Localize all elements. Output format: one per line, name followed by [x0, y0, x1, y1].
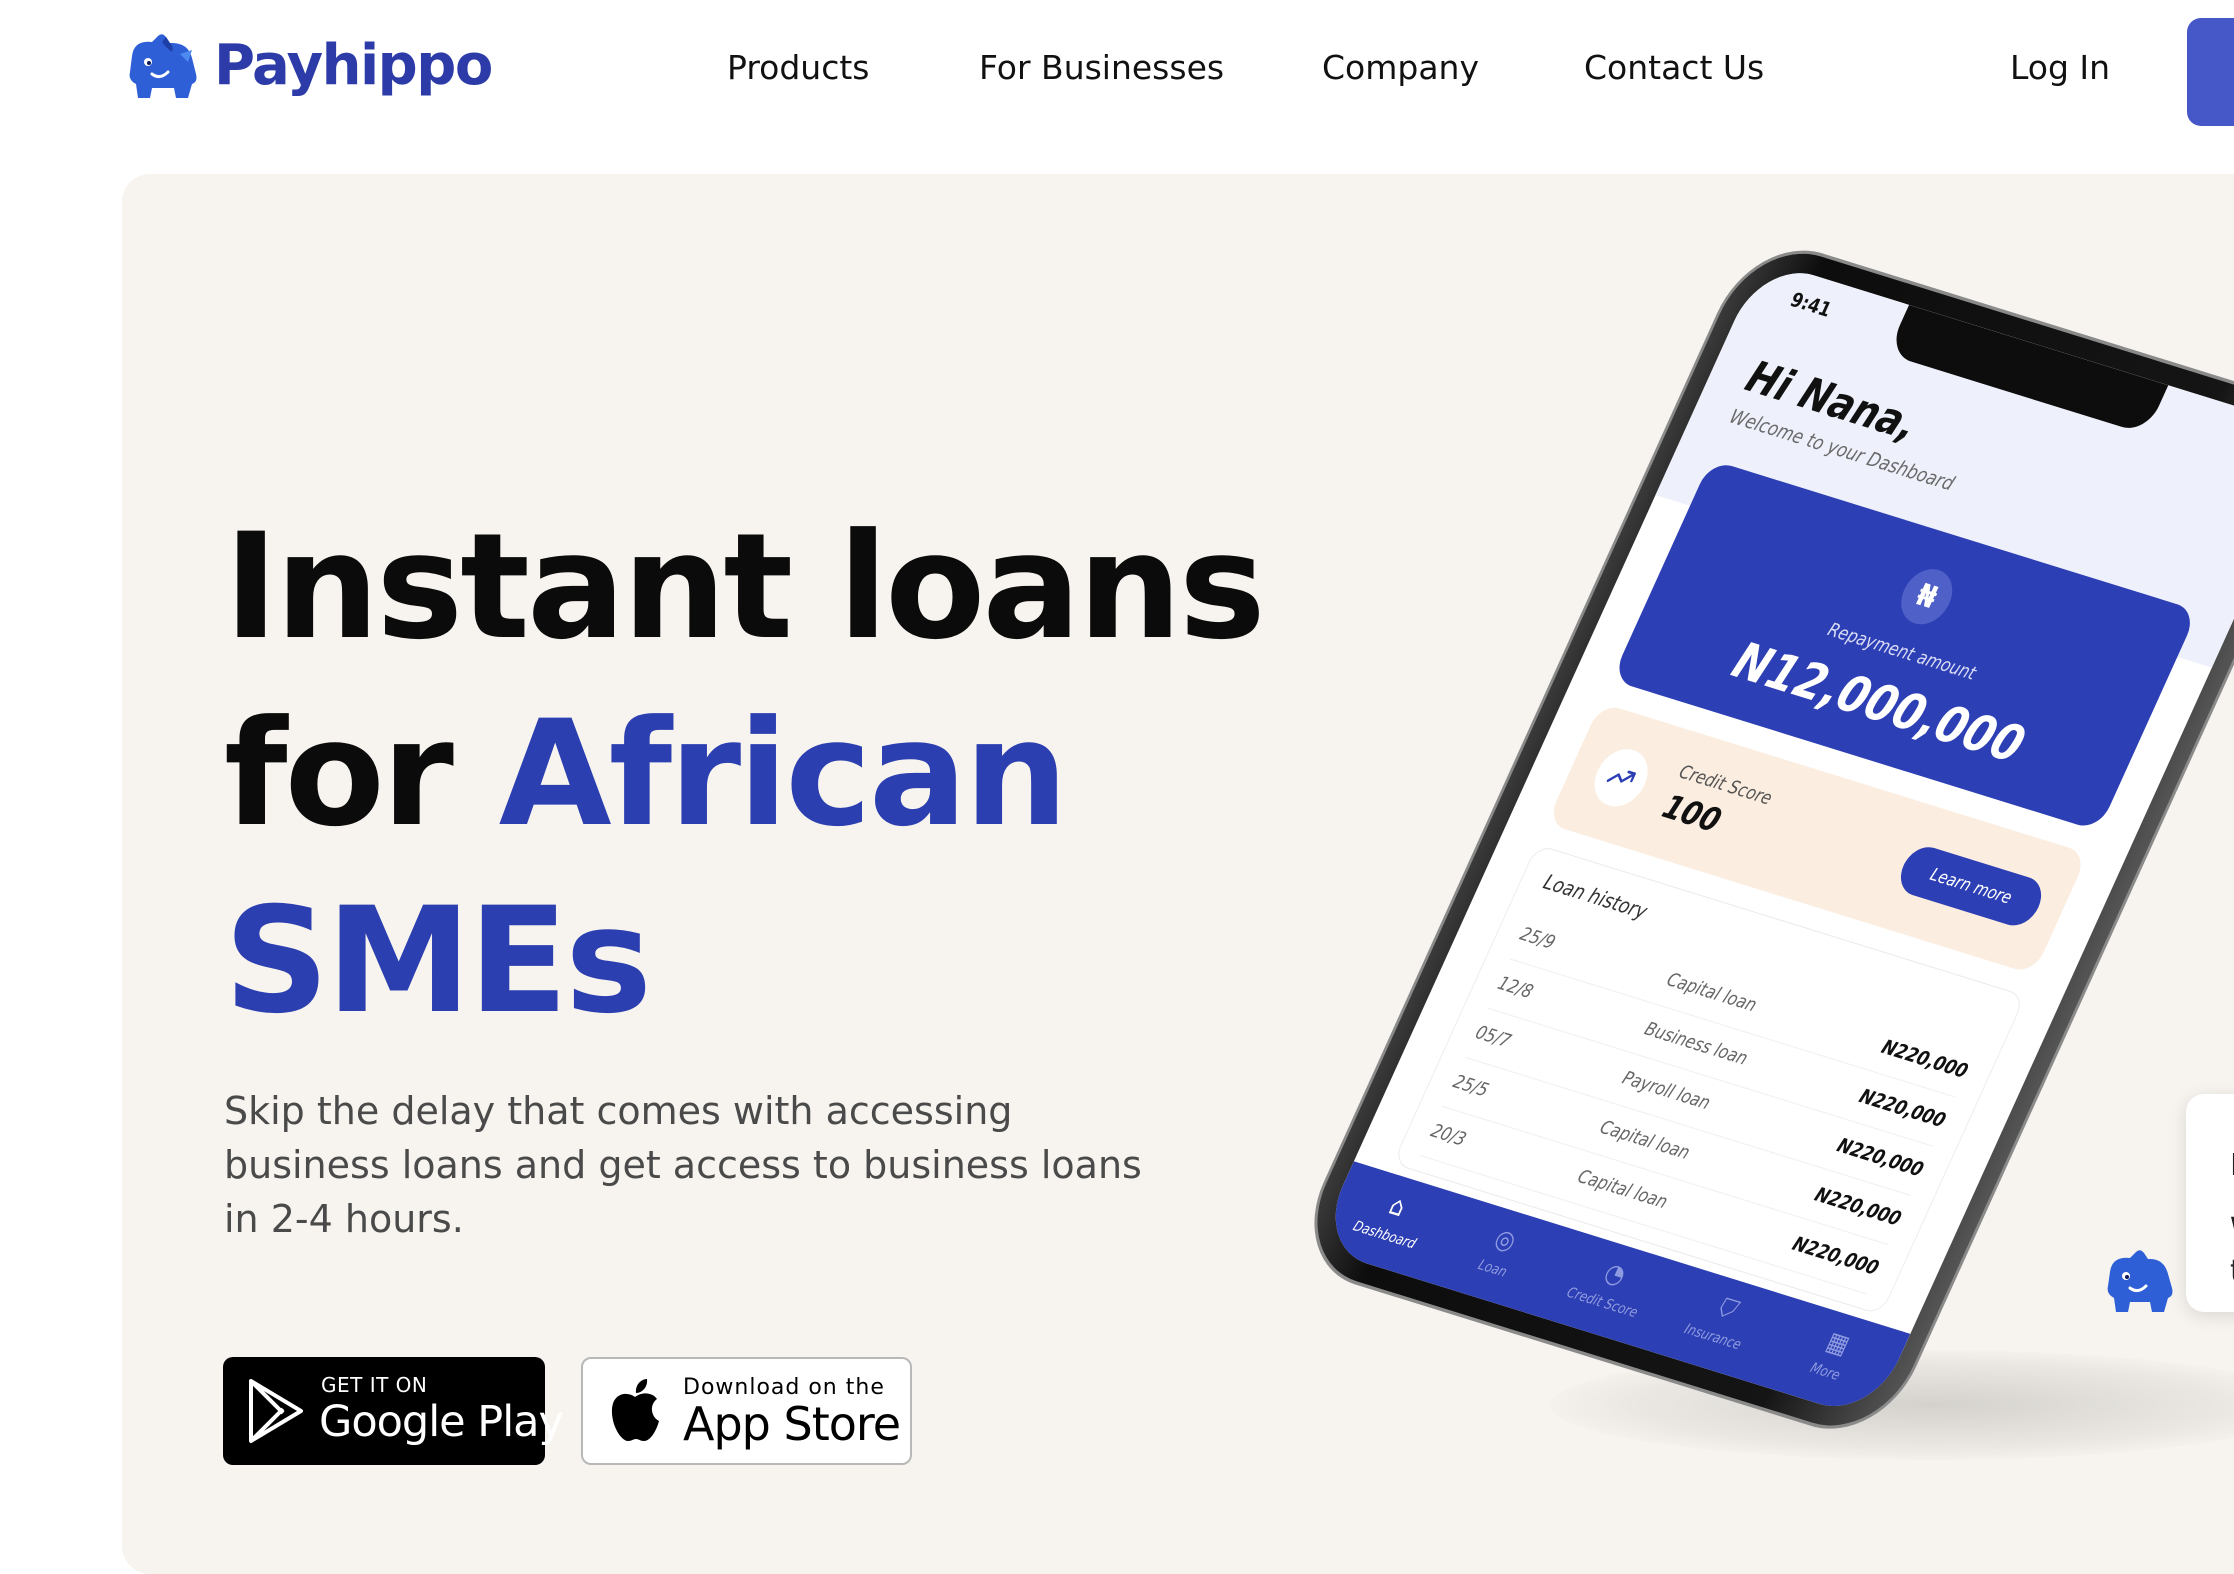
logo-wordmark: Payhippo	[214, 33, 493, 98]
headline-smes: SMEs	[224, 876, 652, 1046]
get-started-button[interactable]	[2187, 18, 2234, 126]
nav-link-company[interactable]: Company	[1322, 46, 1479, 90]
headline-line-1: Instant loans	[224, 502, 1266, 672]
tab-more[interactable]: ▦ More	[1774, 1313, 1893, 1395]
learn-more-button[interactable]: Learn more	[1892, 841, 2050, 931]
trend-up-icon	[1585, 742, 1657, 813]
login-link[interactable]: Log In	[2010, 46, 2110, 90]
google-play-icon	[249, 1379, 303, 1443]
chat-welcome-card[interactable]: F W t	[2186, 1094, 2234, 1312]
headline-african: African	[498, 689, 1069, 859]
naira-icon: ₦	[1892, 563, 1962, 631]
google-play-badge[interactable]: GET IT ON Google Play	[223, 1357, 564, 1465]
tab-insurance[interactable]: ⛉ Insurance	[1662, 1278, 1781, 1360]
headline-for: for	[224, 689, 499, 859]
google-badge-caption: GET IT ON	[321, 1373, 428, 1397]
apple-badge-title: App Store	[683, 1397, 901, 1451]
tab-loan[interactable]: ◎ Loan	[1441, 1210, 1560, 1292]
apple-icon	[611, 1379, 659, 1441]
hippo-mascot-icon	[129, 34, 197, 98]
apple-badge-caption: Download on the	[683, 1375, 885, 1400]
nav-link-for-businesses[interactable]: For Businesses	[979, 46, 1224, 90]
app-store-badge[interactable]: Download on the App Store	[581, 1357, 912, 1465]
nav-link-contact-us[interactable]: Contact Us	[1584, 46, 1764, 90]
tab-credit-score[interactable]: ◔ Credit Score	[1551, 1244, 1670, 1326]
chat-launcher-hippo-icon[interactable]	[2102, 1246, 2176, 1316]
loan-history-title: Loan history	[1539, 870, 1652, 925]
top-navigation: Payhippo Products For Businesses Company…	[0, 0, 2234, 140]
nav-link-products[interactable]: Products	[727, 46, 870, 90]
credit-score-value: 100	[1656, 787, 1727, 841]
google-badge-title: Google Play	[319, 1397, 564, 1447]
tab-dashboard[interactable]: ⌂ Dashboard	[1333, 1176, 1452, 1258]
payhippo-logo[interactable]: Payhippo	[122, 30, 493, 102]
hero-subtitle: Skip the delay that comes with accessing…	[224, 1089, 1142, 1241]
grid-icon: ▦	[1821, 1325, 1855, 1361]
hero-headline: Instant loans for African SMEs	[224, 494, 1266, 1055]
loan-icon: ◎	[1489, 1222, 1522, 1258]
